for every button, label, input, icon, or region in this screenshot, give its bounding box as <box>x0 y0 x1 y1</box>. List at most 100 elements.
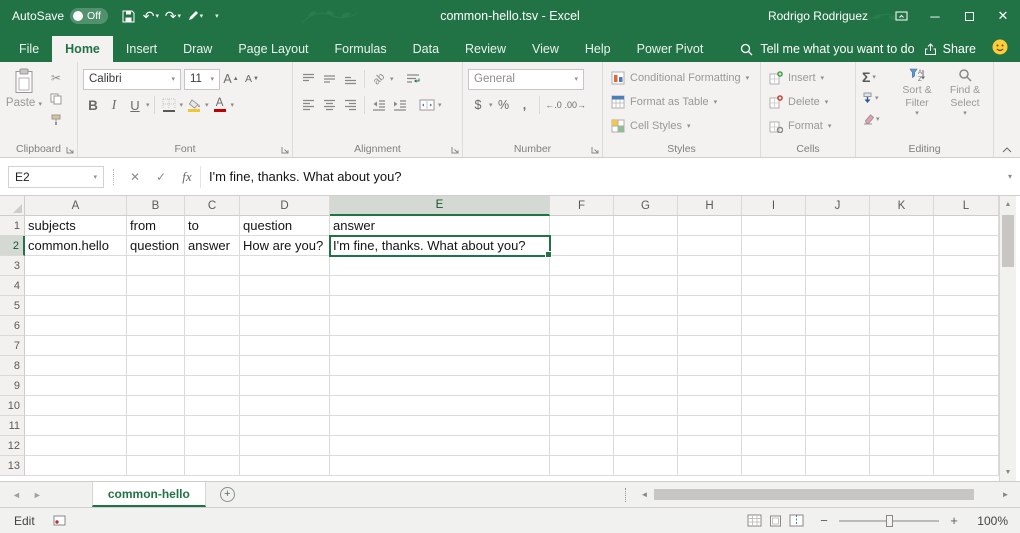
previous-sheet-button[interactable]: ◄ <box>12 490 21 500</box>
pen-dropdown-icon[interactable]: ▾ <box>200 12 204 20</box>
customize-quick-access-toolbar-button[interactable]: ▾ <box>206 2 228 30</box>
format-painter-button[interactable] <box>45 111 67 128</box>
cell-J2[interactable] <box>806 236 870 256</box>
cell-L3[interactable] <box>934 256 999 276</box>
cell-C13[interactable] <box>185 456 240 476</box>
column-header-L[interactable]: L <box>934 196 999 216</box>
ribbon-tab-draw[interactable]: Draw <box>170 36 225 62</box>
insert-function-button[interactable]: fx <box>174 166 200 188</box>
cell-I8[interactable] <box>742 356 806 376</box>
ribbon-tab-page-layout[interactable]: Page Layout <box>225 36 321 62</box>
cell-B2[interactable]: question <box>127 236 185 256</box>
cell-G5[interactable] <box>614 296 678 316</box>
bold-button[interactable]: B <box>83 95 103 116</box>
autosave-toggle[interactable]: AutoSave Off <box>0 8 118 24</box>
ribbon-tab-home[interactable]: Home <box>52 36 113 62</box>
sheet-tab-common-hello[interactable]: common-hello <box>92 482 206 507</box>
cell-I9[interactable] <box>742 376 806 396</box>
cell-H5[interactable] <box>678 296 742 316</box>
cell-K4[interactable] <box>870 276 934 296</box>
font-color-dropdown-icon[interactable]: ▾ <box>231 101 235 109</box>
conditional-formatting-button[interactable]: Conditional Formatting▾ <box>606 66 757 90</box>
cell-K8[interactable] <box>870 356 934 376</box>
copy-button[interactable] <box>45 90 67 107</box>
horizontal-scrollbar[interactable]: ◄ ► <box>636 486 1014 503</box>
cell-F8[interactable] <box>550 356 614 376</box>
cell-D8[interactable] <box>240 356 330 376</box>
insert-cells-button[interactable]: Insert▾ <box>764 66 852 90</box>
feedback-smiley-button[interactable] <box>992 39 1008 60</box>
cell-J10[interactable] <box>806 396 870 416</box>
formula-input[interactable]: I'm fine, thanks. What about you? <box>200 166 1000 188</box>
cell-B11[interactable] <box>127 416 185 436</box>
cell-B1[interactable]: from <box>127 216 185 236</box>
formula-bar-expand-icon[interactable]: ▾ <box>1000 172 1020 181</box>
column-header-A[interactable]: A <box>25 196 127 216</box>
cell-D12[interactable] <box>240 436 330 456</box>
ribbon-tab-insert[interactable]: Insert <box>113 36 170 62</box>
cell-B3[interactable] <box>127 256 185 276</box>
cell-F6[interactable] <box>550 316 614 336</box>
ribbon-display-options-button[interactable] <box>884 0 918 32</box>
font-dialog-launcher[interactable] <box>281 146 289 154</box>
cell-styles-button[interactable]: Cell Styles▾ <box>606 114 757 138</box>
vertical-scroll-thumb[interactable] <box>1002 215 1014 267</box>
font-color-button[interactable]: A <box>210 95 230 116</box>
fill-color-dropdown-icon[interactable]: ▾ <box>205 101 209 109</box>
collapse-ribbon-button[interactable] <box>1002 147 1012 153</box>
cell-G13[interactable] <box>614 456 678 476</box>
column-header-F[interactable]: F <box>550 196 614 216</box>
cell-F2[interactable] <box>550 236 614 256</box>
cell-G9[interactable] <box>614 376 678 396</box>
align-right-button[interactable] <box>340 95 360 116</box>
cell-L8[interactable] <box>934 356 999 376</box>
cell-I13[interactable] <box>742 456 806 476</box>
italic-button[interactable]: I <box>104 95 124 116</box>
cell-H8[interactable] <box>678 356 742 376</box>
row-header-13[interactable]: 13 <box>0 456 25 476</box>
fill-button[interactable]: ▾ <box>859 88 893 107</box>
undo-dropdown-icon[interactable]: ▾ <box>155 12 159 20</box>
column-header-G[interactable]: G <box>614 196 678 216</box>
horizontal-scroll-track[interactable] <box>653 488 997 501</box>
cell-B12[interactable] <box>127 436 185 456</box>
redo-dropdown-icon[interactable]: ▾ <box>177 12 181 20</box>
cell-H6[interactable] <box>678 316 742 336</box>
column-header-I[interactable]: I <box>742 196 806 216</box>
cell-F1[interactable] <box>550 216 614 236</box>
orientation-dropdown-icon[interactable]: ▾ <box>390 75 394 83</box>
cell-I4[interactable] <box>742 276 806 296</box>
row-header-7[interactable]: 7 <box>0 336 25 356</box>
cell-H3[interactable] <box>678 256 742 276</box>
cell-D1[interactable]: question <box>240 216 330 236</box>
cell-D5[interactable] <box>240 296 330 316</box>
cell-F9[interactable] <box>550 376 614 396</box>
column-header-H[interactable]: H <box>678 196 742 216</box>
cell-C2[interactable]: answer <box>185 236 240 256</box>
cell-F11[interactable] <box>550 416 614 436</box>
cell-F13[interactable] <box>550 456 614 476</box>
wrap-text-button[interactable] <box>403 69 423 90</box>
row-header-3[interactable]: 3 <box>0 256 25 276</box>
cell-B7[interactable] <box>127 336 185 356</box>
cell-E12[interactable] <box>330 436 550 456</box>
paste-button[interactable]: Paste ▾ <box>3 66 45 128</box>
find-select-button[interactable]: Find & Select▾ <box>941 66 989 128</box>
cell-I5[interactable] <box>742 296 806 316</box>
row-header-8[interactable]: 8 <box>0 356 25 376</box>
cell-C1[interactable]: to <box>185 216 240 236</box>
row-header-10[interactable]: 10 <box>0 396 25 416</box>
cell-I6[interactable] <box>742 316 806 336</box>
cell-A12[interactable] <box>25 436 127 456</box>
cell-E10[interactable] <box>330 396 550 416</box>
cell-A4[interactable] <box>25 276 127 296</box>
row-header-1[interactable]: 1 <box>0 216 25 236</box>
column-header-B[interactable]: B <box>127 196 185 216</box>
cell-I1[interactable] <box>742 216 806 236</box>
cell-D6[interactable] <box>240 316 330 336</box>
cell-K13[interactable] <box>870 456 934 476</box>
cell-J12[interactable] <box>806 436 870 456</box>
cell-D3[interactable] <box>240 256 330 276</box>
merge-center-dropdown-icon[interactable]: ▾ <box>438 101 442 109</box>
cell-C11[interactable] <box>185 416 240 436</box>
